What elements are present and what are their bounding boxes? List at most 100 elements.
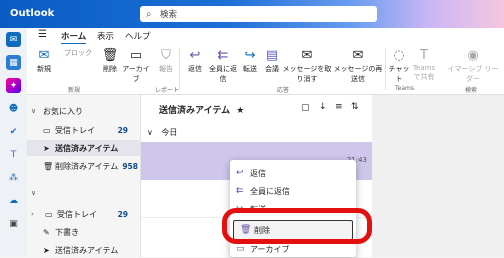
sort-icon[interactable]: ⇅ bbox=[351, 102, 359, 112]
eye-icon: ◉ bbox=[467, 48, 479, 63]
archive-button[interactable]: ▭ アーカイブ bbox=[122, 48, 150, 84]
list-title-label: 送信済みアイテム bbox=[159, 106, 231, 116]
reply-icon: ↩ bbox=[236, 168, 244, 178]
menu-item-reply[interactable]: ↩ 返信 bbox=[230, 164, 356, 182]
star-icon[interactable]: ★ bbox=[236, 106, 244, 116]
inbox-icon: ▭ bbox=[43, 125, 51, 135]
mail-icon[interactable]: ✉ bbox=[6, 32, 21, 47]
search-placeholder: 検索 bbox=[160, 10, 178, 20]
org-icon[interactable]: ⁂ bbox=[6, 170, 21, 185]
filter-icon[interactable]: ≡ bbox=[335, 102, 343, 112]
menu-item-label: アーカイブ bbox=[250, 244, 290, 254]
group-header-today[interactable]: ∨ 今日 bbox=[147, 127, 177, 138]
chat-icon: ◌ bbox=[393, 48, 405, 63]
separator bbox=[385, 48, 386, 90]
apps-icon[interactable]: ▣ bbox=[6, 216, 21, 231]
folder-item[interactable]: ➤ 送信済みアイテム bbox=[27, 140, 140, 156]
copilot-icon[interactable]: ✦ bbox=[6, 78, 21, 93]
folder-label: 削除済みアイテム bbox=[55, 161, 119, 171]
tab-home[interactable]: ホーム bbox=[61, 30, 87, 45]
unread-count: 29 bbox=[117, 209, 128, 219]
unread-count: 29 bbox=[117, 125, 128, 135]
todo-icon[interactable]: ✔ bbox=[6, 124, 21, 139]
favorites-header[interactable]: ∨ お気に入り bbox=[27, 103, 140, 119]
folder-item[interactable]: ➤ 送信済みアイテム bbox=[27, 242, 140, 258]
chevron-right-icon: › bbox=[31, 210, 34, 218]
send-icon: ➤ bbox=[43, 245, 50, 255]
unread-count: 958 bbox=[122, 161, 138, 171]
resend-button[interactable]: ✉ メッセージの再送信 bbox=[333, 48, 383, 84]
report-button[interactable]: ⛉ 報告 bbox=[155, 48, 177, 74]
teams-icon[interactable]: T bbox=[6, 147, 21, 162]
select-icon[interactable]: ▢ bbox=[301, 103, 310, 113]
shield-icon: ⛉ bbox=[161, 48, 171, 63]
resend-icon: ✉ bbox=[352, 48, 364, 63]
share-teams-button[interactable]: T Teams で共有 bbox=[411, 48, 437, 82]
archive-icon: ▭ bbox=[129, 48, 143, 63]
delete-button[interactable]: 🗑 削除 bbox=[100, 48, 120, 74]
block-label: ブロック bbox=[64, 49, 92, 57]
title-bar: Outlook ⌕ 検索 bbox=[0, 0, 504, 28]
trash-icon: 🗑 bbox=[43, 161, 54, 171]
folder-item[interactable]: 🗑 削除済みアイテム 958 bbox=[27, 158, 140, 174]
tab-view[interactable]: 表示 bbox=[97, 30, 114, 42]
forward-button[interactable]: ↪ 転送 bbox=[240, 48, 260, 74]
calendar-icon[interactable]: ▦ bbox=[6, 55, 21, 70]
chat-button[interactable]: ◌ チャット bbox=[387, 48, 411, 84]
recall-button[interactable]: ✉ メッセージを取り消す bbox=[282, 48, 332, 84]
ribbon: ✉ 新規 ブロック 🗑 削除 ▭ アーカイブ 新規 ⛉ 報告 レポート ↩ 返信… bbox=[27, 44, 504, 95]
trash-icon: 🗑 bbox=[101, 48, 119, 63]
draft-icon: ✎ bbox=[43, 227, 50, 237]
tab-help[interactable]: ヘルプ bbox=[125, 30, 151, 42]
reply-all-icon: ⇇ bbox=[217, 48, 229, 63]
jump-icon[interactable]: ↓ bbox=[319, 102, 327, 112]
immersive-reader-button[interactable]: ◉ イマーシブ リーダー bbox=[447, 48, 499, 84]
account-header[interactable]: ∨ bbox=[27, 185, 140, 201]
block-button[interactable]: ブロック bbox=[61, 48, 95, 58]
folder-item[interactable]: ✎ 下書き bbox=[27, 224, 140, 240]
reply-all-button[interactable]: ⇇ 全員に返信 bbox=[206, 48, 240, 84]
annotation-highlight bbox=[222, 208, 372, 244]
group-new: 新規 bbox=[68, 87, 81, 94]
menu-item-reply-all[interactable]: ⇇ 全員に返信 bbox=[230, 182, 356, 200]
onedrive-icon[interactable]: ☁ bbox=[6, 193, 21, 208]
archive-label: アーカイブ bbox=[122, 65, 150, 83]
ribbon-tabs: ☰ ホーム 表示 ヘルプ bbox=[27, 28, 504, 45]
people-icon[interactable]: ☻ bbox=[6, 101, 21, 116]
menu-item-label: 返信 bbox=[250, 168, 266, 178]
chevron-down-icon: ∨ bbox=[31, 189, 37, 197]
folder-label: 送信済みアイテム bbox=[55, 143, 119, 153]
report-label: 報告 bbox=[159, 65, 173, 73]
reply-icon: ↩ bbox=[189, 48, 201, 63]
favorites-label: お気に入り bbox=[43, 106, 83, 116]
folder-item[interactable]: ▭ 受信トレイ 29 bbox=[27, 122, 140, 138]
reading-pane bbox=[372, 95, 504, 257]
delete-label: 削除 bbox=[103, 65, 117, 73]
hamburger-icon[interactable]: ☰ bbox=[38, 29, 47, 40]
search-box[interactable]: ⌕ 検索 bbox=[140, 6, 377, 22]
folder-label: 下書き bbox=[55, 227, 79, 237]
group-label: 今日 bbox=[161, 128, 178, 137]
folder-item[interactable]: › ▭ 受信トレイ 29 bbox=[27, 206, 140, 222]
teams-share-label: Teams で共有 bbox=[412, 64, 436, 81]
list-title: 送信済みアイテム ★ bbox=[159, 103, 244, 116]
reply-label: 返信 bbox=[188, 65, 202, 73]
new-mail-icon: ✉ bbox=[38, 48, 50, 63]
group-report: レポート bbox=[155, 87, 180, 94]
separator bbox=[179, 48, 180, 90]
new-mail-button[interactable]: ✉ 新規 bbox=[33, 48, 55, 74]
reply-all-label: 全員に返信 bbox=[209, 65, 237, 83]
meeting-button[interactable]: ▤ 会議 bbox=[262, 48, 282, 74]
chat-label: チャット bbox=[388, 65, 410, 83]
group-teams: Teams bbox=[395, 85, 414, 92]
inbox-icon: ▭ bbox=[45, 209, 53, 219]
folder-label: 受信トレイ bbox=[57, 209, 97, 219]
meeting-icon: ▤ bbox=[265, 48, 279, 63]
reply-button[interactable]: ↩ 返信 bbox=[185, 48, 205, 74]
search-icon: ⌕ bbox=[146, 8, 152, 20]
recall-icon: ✉ bbox=[301, 48, 313, 63]
group-find: 検索 bbox=[465, 87, 478, 94]
teams-share-icon: T bbox=[420, 48, 428, 63]
group-respond: 応答 bbox=[277, 87, 290, 94]
recall-label: メッセージを取り消す bbox=[282, 65, 332, 83]
